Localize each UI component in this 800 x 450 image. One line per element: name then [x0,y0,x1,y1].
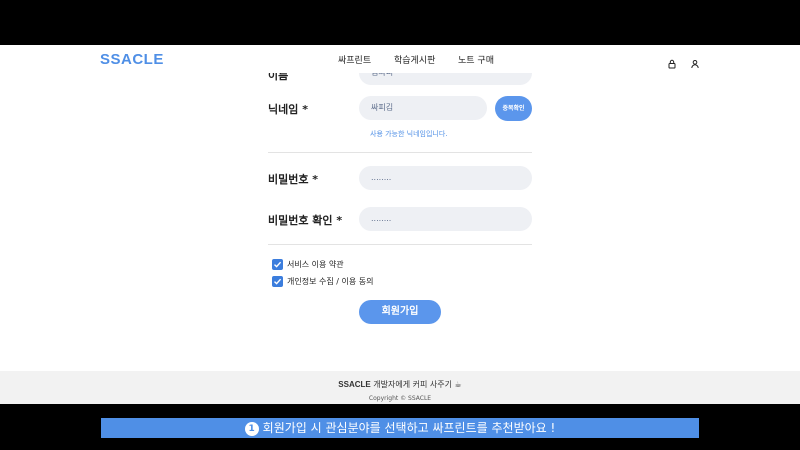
lock-icon[interactable] [667,54,677,69]
app-window: SSACLE 싸프린트 학습게시판 노트 구매 이름 김싸피 닉네임 * 싸피김… [0,45,800,404]
name-label: 이름 [268,73,289,82]
caption-text: 회원가입 시 관심분야를 선택하고 싸프린트를 추천받아요 ! [262,421,556,435]
duplicate-check-button[interactable]: 중복확인 [495,96,532,121]
password-field[interactable]: ........ [359,166,532,190]
password-confirm-label: 비밀번호 확인 * [268,214,343,227]
password-confirm-field[interactable]: ........ [359,207,532,231]
logo[interactable]: SSACLE [100,51,164,68]
terms-checkbox[interactable] [272,259,283,270]
divider [268,152,532,153]
footer-tagline[interactable]: 개발자에게 커피 사주기 ☕ [373,380,461,389]
nickname-label: 닉네임 * [268,103,308,116]
nickname-hint: 사용 가능한 닉네임입니다. [370,130,448,138]
site-footer: SSACLE 개발자에게 커피 사주기 ☕ Copyright © SSACLE [0,371,800,404]
privacy-checkbox[interactable] [272,276,283,287]
step-number-badge: 1 [244,422,259,436]
nav-item-study-board[interactable]: 학습게시판 [394,53,435,66]
caption-banner: 1 회원가입 시 관심분야를 선택하고 싸프린트를 추천받아요 ! [101,418,699,438]
name-field[interactable]: 김싸피 [359,73,532,85]
privacy-label: 개인정보 수집 / 이용 동의 [287,277,374,286]
user-icon[interactable] [690,54,700,69]
nav-item-note-purchase[interactable]: 노트 구매 [458,53,494,66]
signup-form: 이름 김싸피 닉네임 * 싸피김 중복확인 사용 가능한 닉네임입니다. 비밀번… [0,73,800,371]
password-label: 비밀번호 * [268,173,319,186]
check-icon [274,261,282,268]
nav-item-ssaprint[interactable]: 싸프린트 [338,53,371,66]
divider [268,244,532,245]
footer-brand: SSACLE [338,380,371,389]
terms-label: 서비스 이용 약관 [287,260,344,269]
footer-copyright: Copyright © SSACLE [368,395,432,402]
nickname-field[interactable]: 싸피김 [359,96,487,120]
footer-tagline-line: SSACLE 개발자에게 커피 사주기 ☕ [0,379,800,390]
site-header: SSACLE 싸프린트 학습게시판 노트 구매 [0,45,800,73]
letterbox-top [0,0,800,45]
check-icon [274,278,282,285]
signup-button[interactable]: 회원가입 [359,300,441,324]
